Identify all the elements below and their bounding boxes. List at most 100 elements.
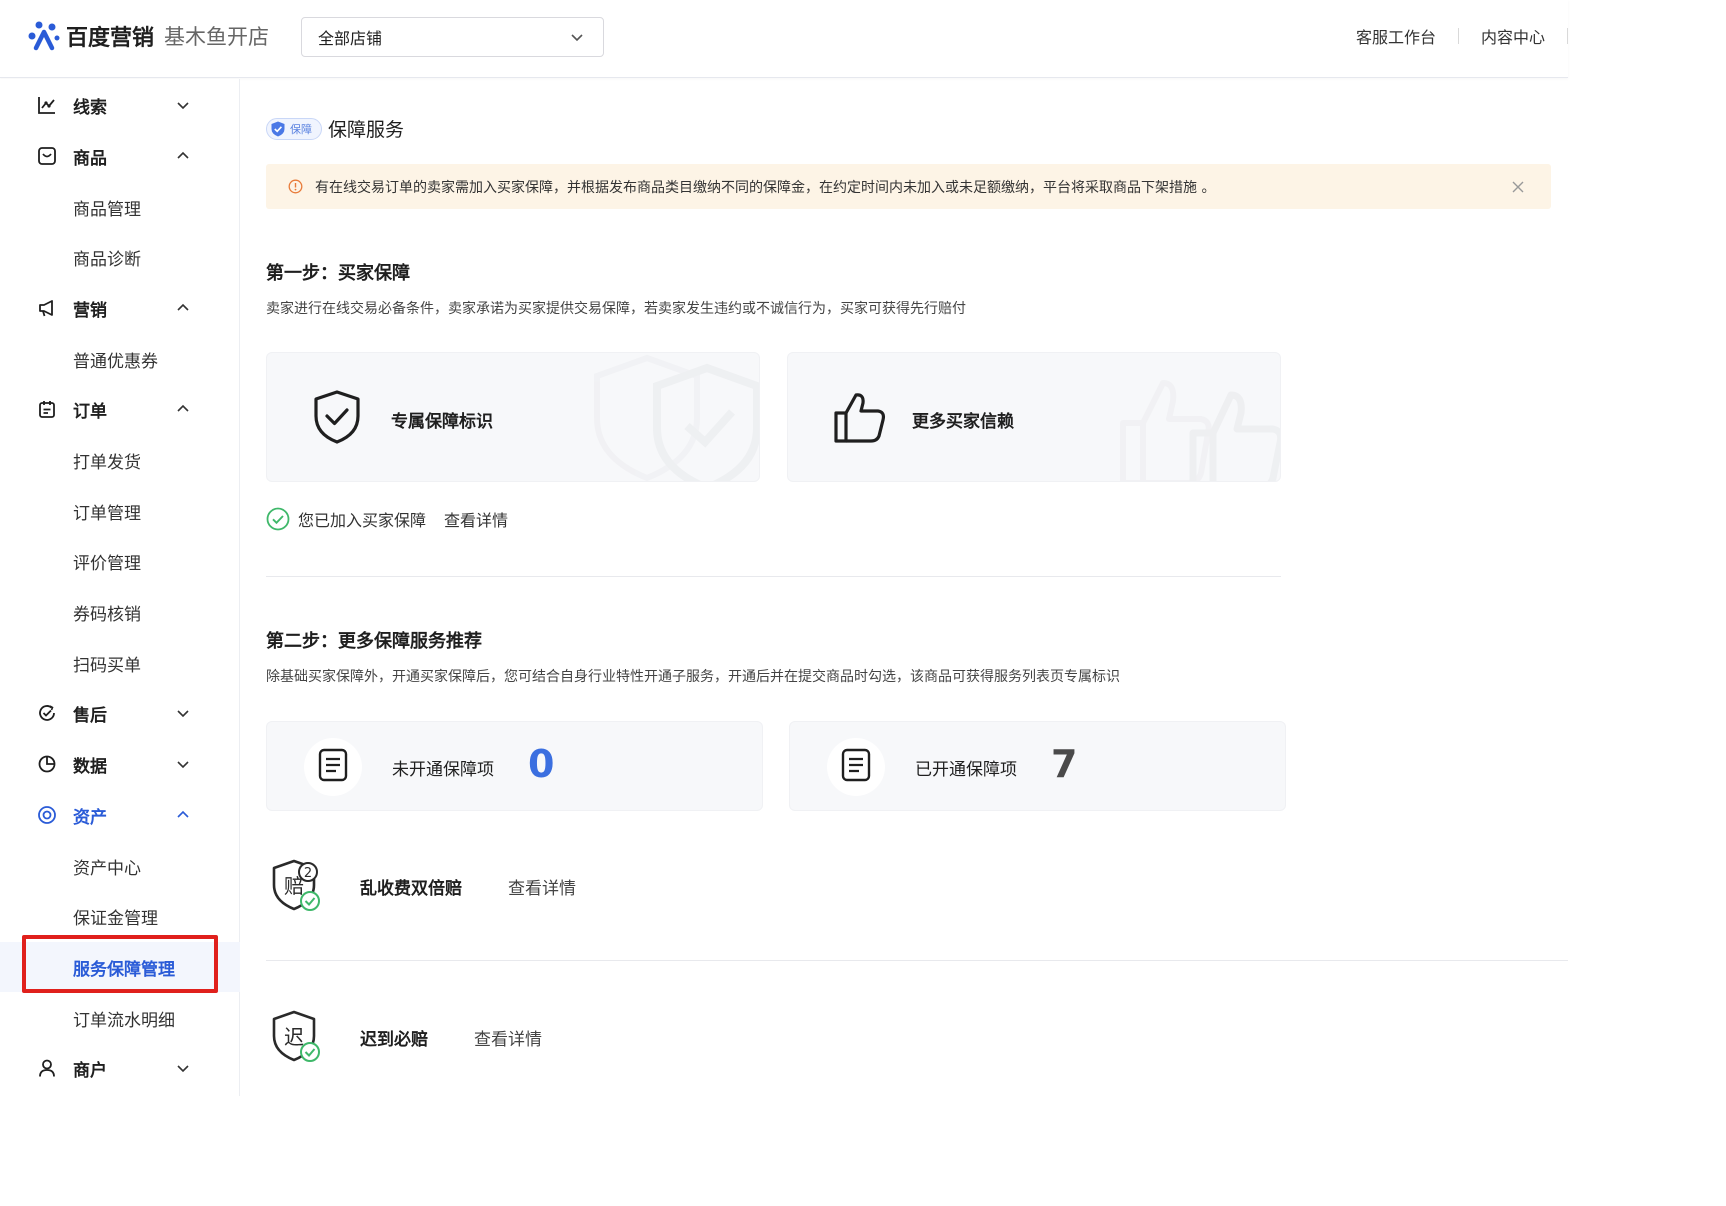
shield-watermark-icon: [587, 353, 759, 481]
step2-description: 除基础买家保障外，开通买家保障后，您可结合自身行业特性开通子服务，开通后并在提交…: [266, 669, 1120, 685]
sidebar-group-merchant[interactable]: 商户: [0, 1043, 240, 1093]
sidebar-item-voucher-verify[interactable]: 券码核销: [0, 587, 240, 637]
sidebar-group-label: 数据: [73, 756, 107, 777]
sidebar-item-label: 普通优惠券: [73, 351, 158, 372]
sidebar-item-label: 订单流水明细: [73, 1010, 175, 1031]
chevron-down-icon: [569, 29, 585, 45]
chevron-up-icon: [175, 148, 191, 164]
sidebar-group-label: 营销: [73, 300, 107, 321]
sidebar-item-order-manage[interactable]: 订单管理: [0, 486, 240, 536]
notice-banner: 有在线交易订单的卖家需加入买家保障，并根据发布商品类目缴纳不同的保障金，在约定时…: [266, 164, 1551, 209]
double-compensation-icon: 赔 2: [266, 855, 328, 917]
svg-text:2: 2: [304, 866, 312, 881]
feature-card-more-trust: 更多买家信赖: [787, 352, 1281, 482]
document-icon-wrap: [827, 738, 885, 796]
page-title: 保障 保障服务: [266, 115, 404, 142]
warning-icon: [288, 179, 303, 194]
chevron-down-icon: [175, 1060, 191, 1076]
svg-text:迟: 迟: [284, 1025, 304, 1049]
close-icon[interactable]: [1511, 179, 1525, 193]
stat-card-not-enabled[interactable]: 未开通保障项 0: [266, 721, 763, 811]
chevron-up-icon: [175, 807, 191, 823]
view-details-link[interactable]: 查看详情: [444, 507, 508, 531]
shop-select[interactable]: 全部店铺: [301, 17, 604, 57]
sidebar-group-marketing[interactable]: 营销: [0, 283, 240, 333]
sidebar-item-scan-pay[interactable]: 扫码买单: [0, 638, 240, 688]
order-clipboard-icon: [37, 399, 57, 419]
chevron-down-icon: [175, 756, 191, 772]
sidebar-item-asset-center[interactable]: 资产中心: [0, 841, 240, 891]
sidebar-group-label: 商户: [73, 1060, 107, 1081]
product-box-icon: [37, 146, 57, 166]
shield-icon: [269, 120, 287, 138]
stat-card-enabled[interactable]: 已开通保障项 7: [789, 721, 1286, 811]
sidebar-group-products[interactable]: 商品: [0, 131, 240, 181]
sidebar-item-label: 服务保障管理: [73, 959, 175, 980]
late-compensation-icon: 迟: [266, 1006, 328, 1068]
document-icon: [841, 748, 871, 786]
sidebar-item-label: 商品诊断: [73, 249, 141, 270]
logo[interactable]: 百度营销 基木鱼开店: [26, 18, 269, 54]
stat-label: 未开通保障项: [392, 760, 494, 780]
guarantee-badge: 保障: [266, 117, 322, 140]
feature-card-label: 更多买家信赖: [912, 412, 1014, 432]
top-links: 客服工作台 内容中心: [1356, 24, 1568, 48]
thumbs-up-watermark-icon: [1113, 373, 1280, 481]
sidebar-item-order-flow[interactable]: 订单流水明细: [0, 993, 240, 1043]
sidebar-group-orders[interactable]: 订单: [0, 384, 240, 434]
sidebar-group-after-sale[interactable]: 售后: [0, 688, 240, 738]
sidebar-item-label: 保证金管理: [73, 908, 158, 929]
sidebar-item-label: 评价管理: [73, 553, 141, 574]
link-service-workbench[interactable]: 客服工作台: [1356, 24, 1436, 48]
document-icon: [318, 748, 348, 786]
sidebar-group-label: 售后: [73, 705, 107, 726]
sidebar-group-label: 商品: [73, 148, 107, 169]
step1-title: 第一步：买家保障: [266, 263, 410, 284]
chevron-down-icon: [175, 705, 191, 721]
divider: [1457, 28, 1459, 44]
baidu-logo-icon: [26, 18, 62, 54]
megaphone-icon: [37, 298, 57, 318]
chevron-down-icon: [175, 97, 191, 113]
feature-card-label: 专属保障标识: [391, 412, 493, 432]
sidebar-item-label: 扫码买单: [73, 655, 141, 676]
joined-status-text: 您已加入买家保障: [298, 511, 427, 530]
chevron-up-icon: [175, 401, 191, 417]
sidebar-item-label: 打单发货: [73, 452, 141, 473]
after-sale-icon: [37, 703, 57, 723]
view-details-link[interactable]: 查看详情: [508, 874, 576, 899]
joined-status: 您已加入买家保障 查看详情: [266, 507, 508, 531]
sidebar-group-assets[interactable]: 资产: [0, 790, 240, 840]
divider: [1567, 28, 1568, 44]
sidebar-item-product-manage[interactable]: 商品管理: [0, 182, 240, 232]
pie-chart-icon: [37, 754, 57, 774]
sidebar-item-product-diagnose[interactable]: 商品诊断: [0, 232, 240, 282]
sidebar-item-deposit-manage[interactable]: 保证金管理: [0, 891, 240, 941]
sidebar-group-leads[interactable]: 线索: [0, 80, 240, 130]
divider: [266, 576, 1281, 577]
sidebar-item-label: 资产中心: [73, 858, 141, 879]
logo-text: 百度营销: [66, 26, 155, 51]
main-content: 保障 保障服务 有在线交易订单的卖家需加入买家保障，并根据发布商品类目缴纳不同的…: [241, 79, 1568, 1096]
view-details-link[interactable]: 查看详情: [474, 1025, 542, 1050]
notice-text: 有在线交易订单的卖家需加入买家保障，并根据发布商品类目缴纳不同的保障金，在约定时…: [315, 180, 1216, 196]
sidebar-item-service-guarantee[interactable]: 服务保障管理: [0, 942, 240, 992]
sidebar-group-label: 线索: [73, 97, 107, 118]
link-content-center[interactable]: 内容中心: [1481, 24, 1545, 48]
sidebar-item-coupon[interactable]: 普通优惠券: [0, 334, 240, 384]
service-row-late-compensation: 迟 迟到必赔 查看详情: [266, 1006, 542, 1068]
sidebar-item-review-manage[interactable]: 评价管理: [0, 536, 240, 586]
document-icon-wrap: [304, 738, 362, 796]
user-icon: [37, 1058, 57, 1078]
sidebar-group-data[interactable]: 数据: [0, 739, 240, 789]
feature-card-exclusive-mark: 专属保障标识: [266, 352, 760, 482]
shield-check-icon: [311, 389, 363, 449]
check-circle-icon: [266, 507, 290, 531]
stat-value: 0: [528, 742, 555, 786]
logo-subtext: 基木鱼开店: [164, 25, 270, 49]
sidebar-group-label: 资产: [73, 807, 107, 828]
divider: [266, 960, 1568, 961]
top-bar: 百度营销 基木鱼开店 全部店铺 客服工作台 内容中心: [0, 0, 1568, 78]
sidebar-item-print-ship[interactable]: 打单发货: [0, 435, 240, 485]
badge-text: 保障: [290, 122, 312, 136]
